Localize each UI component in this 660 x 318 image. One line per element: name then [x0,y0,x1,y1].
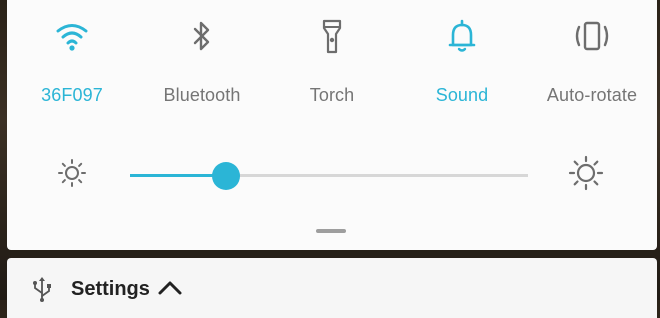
rotate-icon [570,14,614,58]
tile-wifi[interactable]: 36F097 [7,0,137,120]
tile-label-bluetooth: Bluetooth [163,85,241,105]
tile-label-sound: Sound [435,85,489,105]
tile-bluetooth[interactable]: Bluetooth [137,0,267,120]
usb-icon [31,276,53,307]
chevron-up-icon[interactable] [157,278,183,303]
brightness-high-icon [568,155,604,196]
brightness-row [7,150,657,200]
tile-label-torch: Torch [309,85,355,105]
bell-icon [440,14,484,58]
settings-notification[interactable]: Settings [7,258,657,318]
flashlight-icon [310,14,354,58]
quick-settings-panel: 36F097 Bluetooth Torch Sound Auto-rotate [7,0,657,250]
tile-torch[interactable]: Torch [267,0,397,120]
tile-auto-rotate[interactable]: Auto-rotate [527,0,657,120]
wifi-icon [50,14,94,58]
tile-label-auto-rotate: Auto-rotate [546,85,638,105]
panel-drag-handle[interactable] [316,229,346,233]
bluetooth-icon [180,14,224,58]
tile-sound[interactable]: Sound [397,0,527,120]
brightness-low-icon [57,158,87,193]
brightness-slider-thumb[interactable] [211,162,240,190]
tile-label-wifi: 36F097 [41,85,103,105]
notification-title: Settings [71,278,150,300]
